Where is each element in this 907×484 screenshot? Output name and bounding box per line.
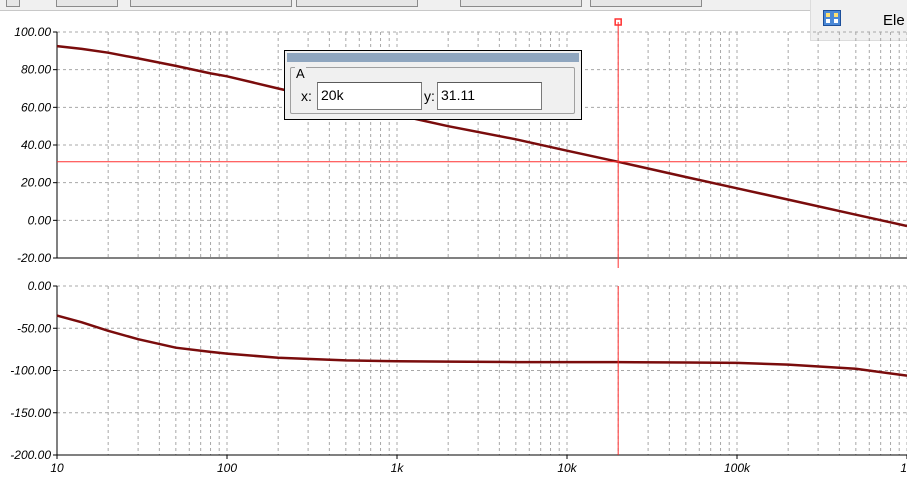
y-tick-label: -150.00 bbox=[10, 406, 51, 420]
x-tick-label: 100 bbox=[217, 461, 237, 475]
cursor-readout-dialog[interactable]: A x: 20k y: 31.11 bbox=[284, 50, 582, 120]
x-tick-label: 1 bbox=[900, 461, 907, 475]
y-tick-label: 60.00 bbox=[21, 100, 51, 114]
y-tick-label: -20.00 bbox=[17, 251, 51, 265]
y-tick-label: 0.00 bbox=[28, 213, 52, 227]
y-value-field[interactable]: 31.11 bbox=[437, 82, 542, 110]
y-tick-label: 100.00 bbox=[14, 25, 51, 39]
dialog-titlebar[interactable] bbox=[287, 53, 579, 62]
y-tick-label: 20.00 bbox=[20, 176, 51, 190]
y-tick-label: -50.00 bbox=[17, 321, 51, 335]
cursor-group-label: A bbox=[295, 66, 306, 81]
x-field-label: x: bbox=[301, 88, 312, 104]
x-tick-label: 10k bbox=[557, 461, 577, 475]
x-tick-label: 1k bbox=[391, 461, 405, 475]
y-tick-label: 0.00 bbox=[28, 279, 52, 293]
y-field-label: y: bbox=[424, 88, 435, 104]
y-tick-label: -200.00 bbox=[10, 448, 51, 462]
x-tick-label: 100k bbox=[724, 461, 751, 475]
x-tick-label: 10 bbox=[50, 461, 64, 475]
series-line bbox=[56, 314, 907, 377]
y-tick-label: 80.00 bbox=[21, 63, 51, 77]
y-tick-label: -100.00 bbox=[10, 364, 51, 378]
y-tick-label: 40.00 bbox=[21, 138, 51, 152]
plot-panel-2: 0.00 -50.00 -100.00 -150.00 -200.0010 100 1k 10… bbox=[10, 279, 907, 475]
x-value-field[interactable]: 20k bbox=[317, 82, 422, 110]
